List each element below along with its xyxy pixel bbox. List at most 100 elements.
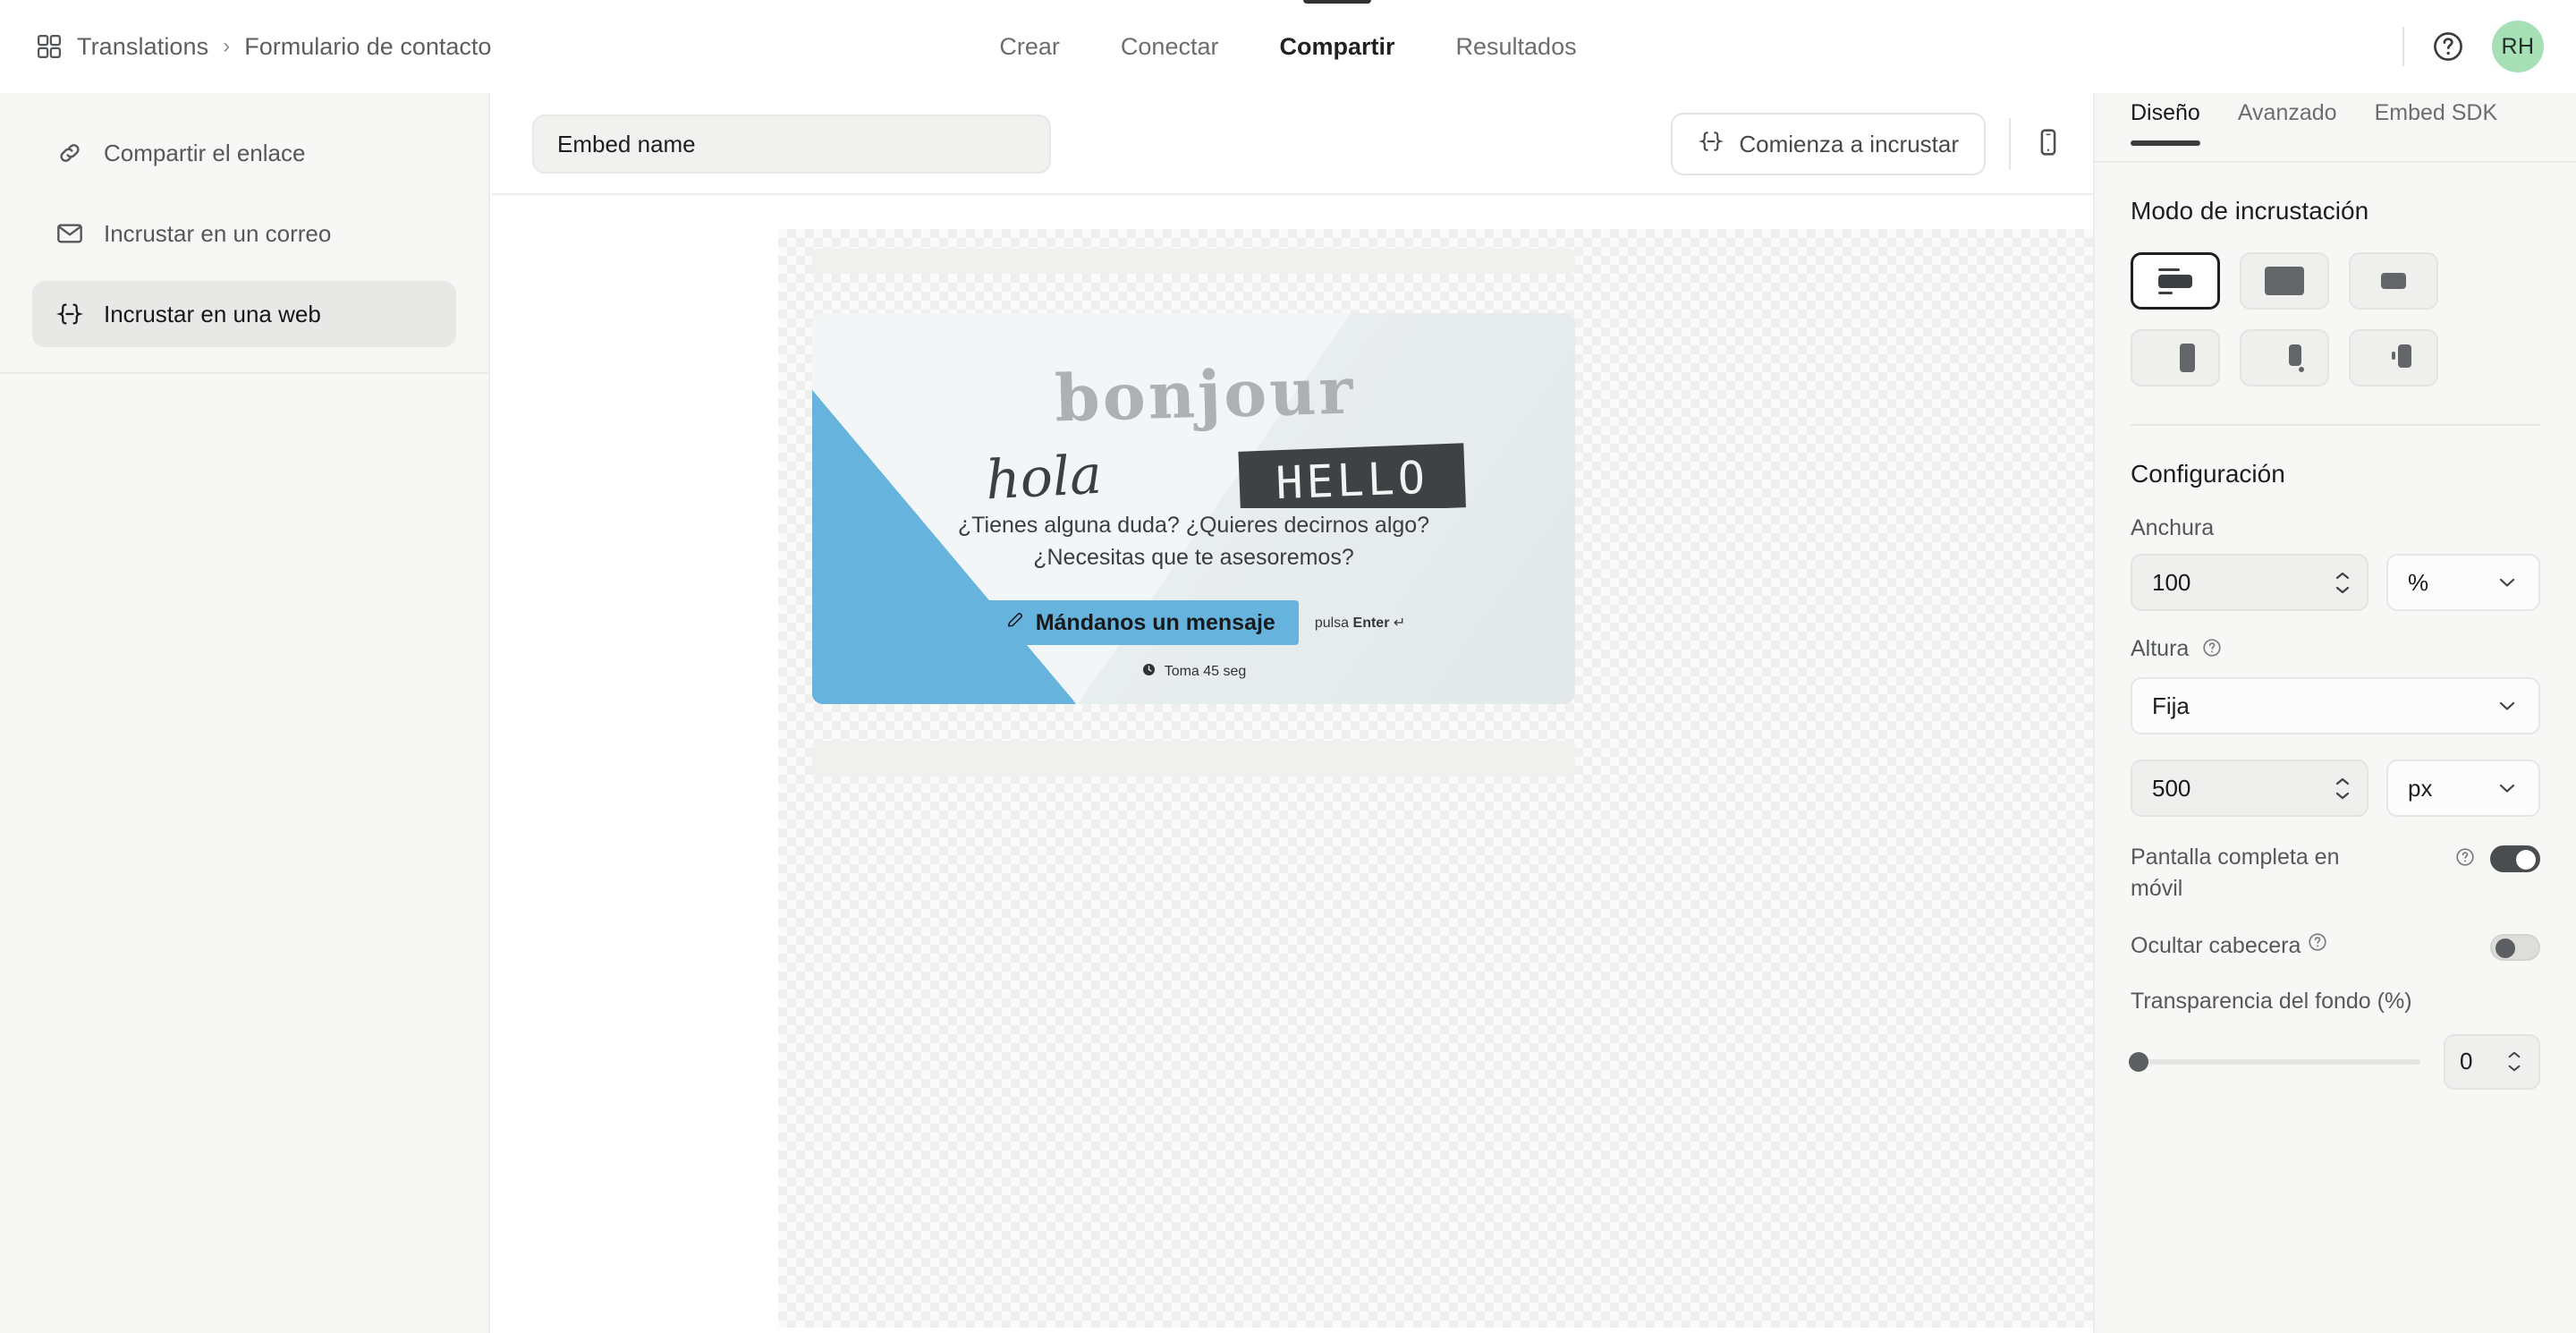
popup-embed-icon <box>2381 273 2406 289</box>
question-circle-icon[interactable] <box>2307 933 2328 958</box>
slider-embed-icon <box>2180 344 2195 372</box>
fullscreen-mobile-label: Pantalla completa en móvil <box>2131 845 2340 901</box>
height-unit-select[interactable]: px <box>2386 760 2540 817</box>
hide-header-label-text: Ocultar cabecera <box>2131 933 2301 958</box>
height-mode-select[interactable]: Fija <box>2131 677 2540 734</box>
top-bar: Translations › Formulario de contacto Cr… <box>0 0 2576 93</box>
tab-conectar[interactable]: Conectar <box>1090 0 1250 93</box>
hero-lettering: bonjour hola HELLO <box>812 329 1575 516</box>
chevron-down-icon <box>2335 792 2350 799</box>
hint-suffix: ↵ <box>1389 616 1406 631</box>
embed-question-text: ¿Tienes alguna duda? ¿Quieres decirnos a… <box>957 513 1430 570</box>
sidebar-list: Compartir el enlace Incrustar en un corr… <box>0 93 488 347</box>
height-mode-row: Fija <box>2131 677 2540 734</box>
left-sidebar: Compartir el enlace Incrustar en un corr… <box>0 93 490 1333</box>
hide-header-label: Ocultar cabecera <box>2131 930 2328 962</box>
send-message-label: Mándanos un mensaje <box>1035 609 1275 635</box>
sidebar-item-incrustar-en-un-correo[interactable]: Incrustar en un correo <box>32 200 456 267</box>
sidebar-item-incrustar-en-una-web[interactable]: Incrustar en una web <box>32 281 456 347</box>
background-transparency-input[interactable]: 0 <box>2444 1033 2540 1090</box>
embed-mode-fullpage-button[interactable] <box>2240 252 2329 310</box>
embed-mode-slider-button[interactable] <box>2131 329 2220 386</box>
pencil-icon <box>1005 610 1025 636</box>
question-circle-icon[interactable] <box>2454 846 2476 872</box>
embed-mode-inline-button[interactable] <box>2131 252 2220 310</box>
height-value-row: 500 px <box>2131 760 2540 817</box>
sidebar-item-label: Compartir el enlace <box>104 139 306 166</box>
embed-name-input[interactable] <box>532 115 1051 174</box>
side-tab-embed-icon <box>2392 344 2411 368</box>
embedded-form-card: bonjour hola HELLO ¿Tienes alguna duda? … <box>812 313 1575 704</box>
mobile-phone-icon <box>2033 127 2063 162</box>
center-panel: Comienza a incrustar <box>492 93 2145 1333</box>
question-circle-icon[interactable] <box>2201 639 2223 664</box>
chevron-up-icon <box>2335 777 2350 785</box>
start-embedding-button[interactable]: Comienza a incrustar <box>1671 113 1986 175</box>
slider-thumb[interactable] <box>2129 1051 2148 1072</box>
background-transparency-stepper[interactable] <box>2503 1044 2526 1080</box>
embed-mode-title: Modo de incrustación <box>2131 197 2369 225</box>
top-right-actions: RH <box>2402 0 2544 93</box>
width-stepper[interactable] <box>2331 565 2354 600</box>
chevron-down-icon <box>2335 586 2350 593</box>
mobile-preview-button[interactable] <box>2023 118 2073 170</box>
estimated-time: Toma 45 seg <box>1141 662 1247 682</box>
settings-tabs: Diseño Avanzado Embed SDK <box>2095 93 2576 163</box>
tab-resultados[interactable]: Resultados <box>1426 0 1607 93</box>
width-row: 100 % <box>2131 554 2540 611</box>
width-unit-select[interactable]: % <box>2386 554 2540 611</box>
hero-word-hola: hola <box>984 444 1103 508</box>
height-input[interactable]: 500 <box>2131 760 2368 817</box>
hero-word-bonjour: bonjour <box>1054 352 1356 437</box>
inline-embed-icon <box>2158 268 2192 294</box>
section-divider <box>2131 424 2540 426</box>
avatar[interactable]: RH <box>2492 21 2544 72</box>
toggle-knob <box>2496 938 2515 958</box>
start-embedding-label: Comienza a incrustar <box>1739 130 1959 157</box>
mail-icon <box>55 219 84 248</box>
clock-icon <box>1141 662 1157 682</box>
chevron-down-icon <box>2499 784 2515 793</box>
embed-card-content: bonjour hola HELLO ¿Tienes alguna duda? … <box>812 313 1575 704</box>
hint-key: Enter <box>1352 616 1390 631</box>
tab-avanzado[interactable]: Avanzado <box>2238 93 2337 146</box>
placeholder-bar-bottom <box>812 741 1575 777</box>
background-transparency-label: Transparencia del fondo (%) <box>2131 988 2412 1014</box>
height-mode-value: Fija <box>2152 692 2190 719</box>
estimated-time-label: Toma 45 seg <box>1164 664 1247 679</box>
background-transparency-slider[interactable] <box>2129 1051 2420 1072</box>
sidebar-item-compartir-el-enlace[interactable]: Compartir el enlace <box>32 120 456 186</box>
sidebar-item-label: Incrustar en un correo <box>104 219 332 247</box>
question-circle-icon[interactable] <box>2431 30 2465 64</box>
background-transparency-row: 0 <box>2129 1033 2540 1090</box>
fullscreen-mobile-toggle[interactable] <box>2490 845 2540 872</box>
sidebar-item-label: Incrustar en una web <box>104 300 321 327</box>
embed-mode-popup-button[interactable] <box>2349 252 2438 310</box>
width-value: 100 <box>2152 568 2191 596</box>
tab-diseno[interactable]: Diseño <box>2131 93 2200 146</box>
embed-mode-popover-button[interactable] <box>2240 329 2329 386</box>
width-label: Anchura <box>2131 515 2215 540</box>
tab-compartir[interactable]: Compartir <box>1249 0 1425 93</box>
hide-header-toggle[interactable] <box>2490 934 2540 961</box>
code-brackets-icon <box>55 300 84 328</box>
placeholder-bar-top <box>812 249 1575 274</box>
send-message-button[interactable]: Mándanos un mensaje <box>981 600 1299 645</box>
chevron-up-icon <box>2508 1051 2521 1058</box>
tab-embed-sdk[interactable]: Embed SDK <box>2375 93 2498 146</box>
height-label-text: Altura <box>2131 636 2190 661</box>
height-label: Altura <box>2131 636 2540 665</box>
divider <box>2402 27 2404 66</box>
configuration-title: Configuración <box>2131 460 2285 488</box>
embed-mode-side-tab-button[interactable] <box>2349 329 2438 386</box>
chevron-down-icon <box>2499 701 2515 710</box>
code-brackets-icon <box>1698 128 1724 161</box>
sidebar-divider <box>0 372 490 374</box>
tab-crear[interactable]: Crear <box>969 0 1090 93</box>
toolbar-divider <box>2009 118 2011 170</box>
width-input[interactable]: 100 <box>2131 554 2368 611</box>
center-toolbar: Comienza a incrustar <box>492 93 2093 195</box>
height-stepper[interactable] <box>2331 770 2354 806</box>
width-unit-value: % <box>2408 568 2429 596</box>
height-unit-value: px <box>2408 774 2433 802</box>
